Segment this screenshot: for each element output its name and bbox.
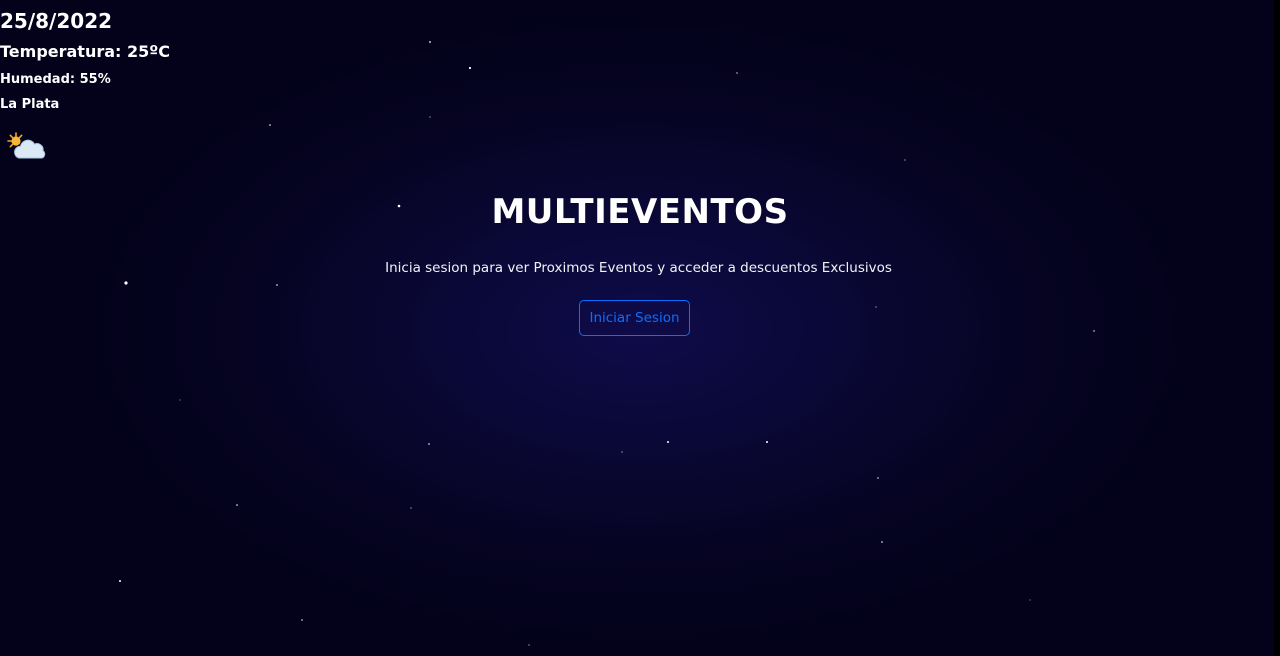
weather-date: 25/8/2022 xyxy=(0,9,113,33)
partly-cloudy-icon xyxy=(7,132,46,159)
star xyxy=(428,443,430,445)
star xyxy=(875,306,877,308)
star xyxy=(410,507,412,509)
star xyxy=(766,441,768,443)
star xyxy=(1093,330,1095,332)
star xyxy=(119,580,121,582)
star xyxy=(124,281,128,285)
star xyxy=(179,399,181,401)
star xyxy=(528,644,530,646)
page-title: MULTIEVENTOS xyxy=(491,192,789,232)
star xyxy=(276,284,278,286)
weather-temperature: Temperatura: 25ºC xyxy=(0,42,171,61)
star xyxy=(881,541,883,543)
login-button[interactable]: Iniciar Sesion xyxy=(579,300,690,336)
star xyxy=(301,619,303,621)
weather-city: La Plata xyxy=(0,97,60,112)
star xyxy=(429,41,431,43)
star xyxy=(468,66,472,70)
star xyxy=(736,72,738,74)
star xyxy=(236,504,238,506)
star xyxy=(269,124,271,126)
star xyxy=(621,451,623,453)
star xyxy=(904,159,906,161)
star xyxy=(877,477,879,479)
star xyxy=(1029,599,1031,601)
page-subtitle: Inicia sesion para ver Proximos Eventos … xyxy=(385,260,892,276)
star xyxy=(667,441,669,443)
weather-humidity: Humedad: 55% xyxy=(0,72,111,87)
star xyxy=(429,116,431,118)
